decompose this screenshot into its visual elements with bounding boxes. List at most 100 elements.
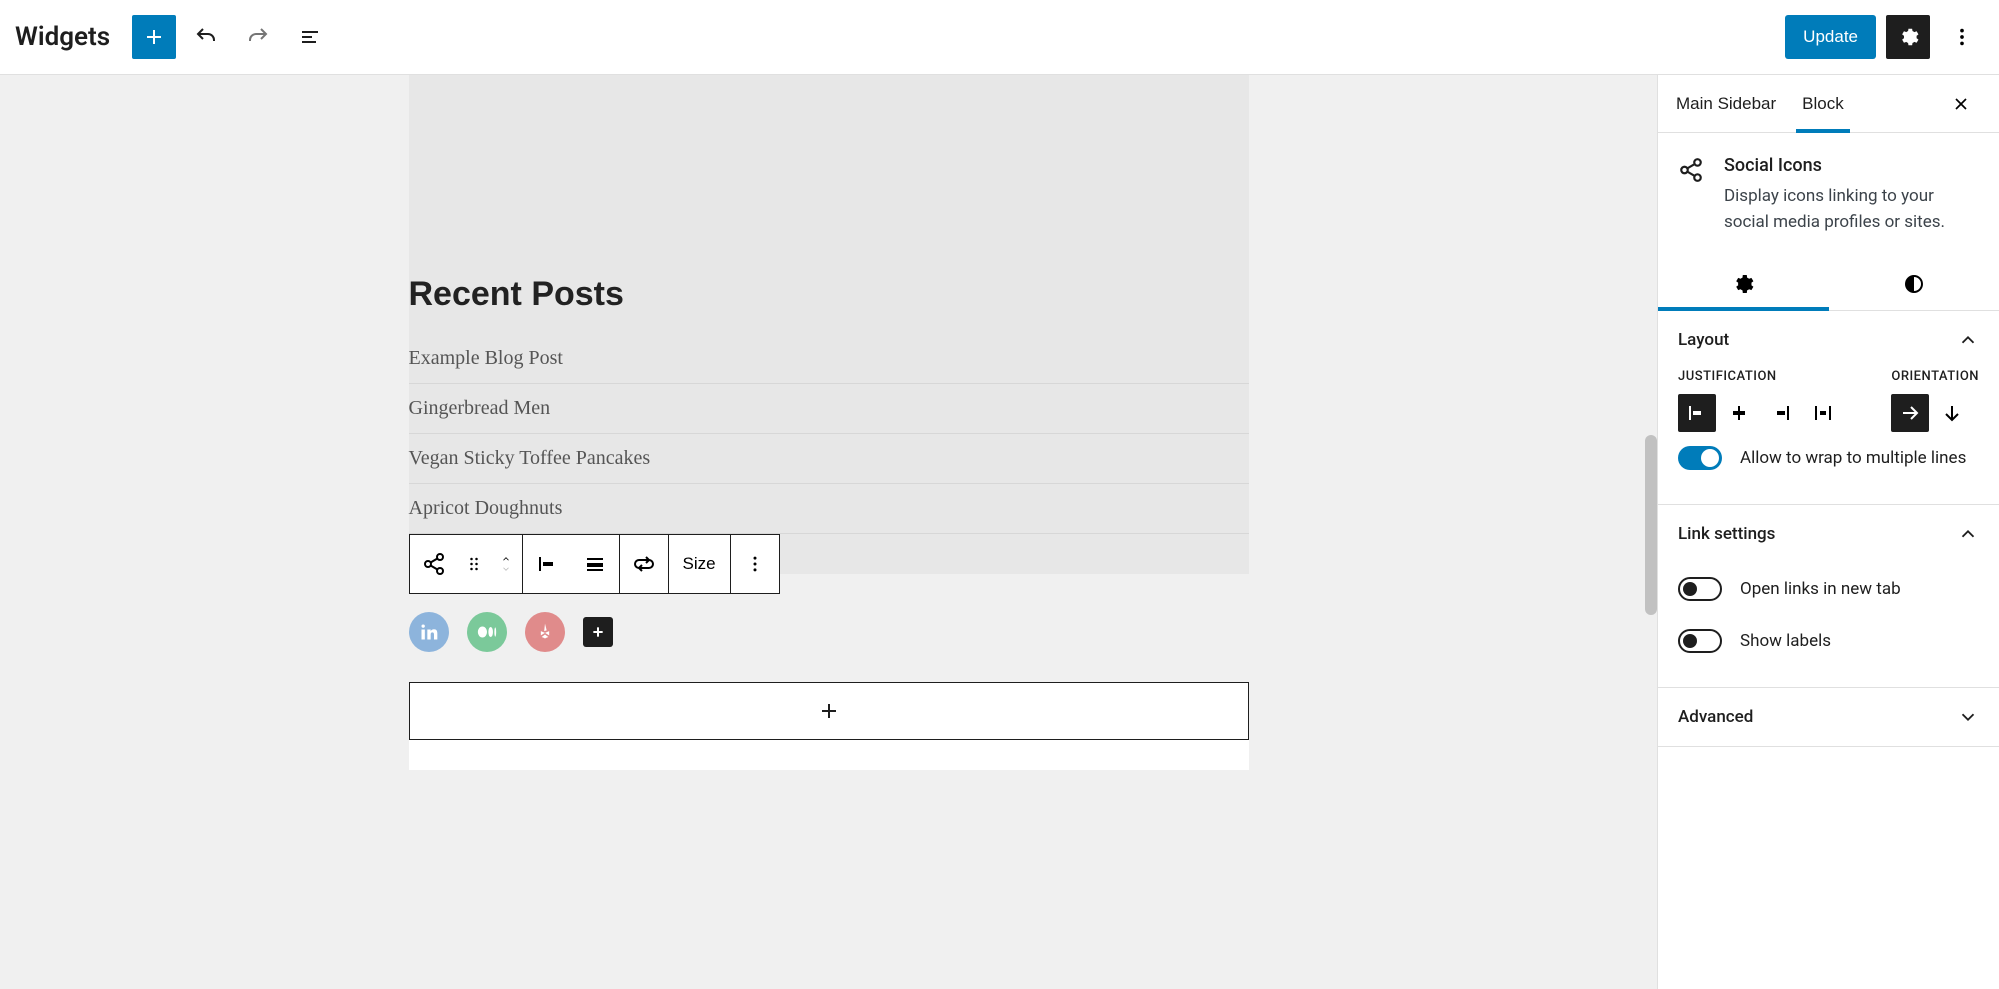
link-settings-panel: Link settings Open links in new tab Show… — [1658, 505, 1999, 688]
justify-left-button[interactable] — [1678, 394, 1716, 432]
layout-panel: Layout JUSTIFICATION — [1658, 311, 1999, 505]
post-item[interactable]: Apricot Doughnuts — [409, 484, 1249, 534]
justify-space-between-button[interactable] — [1804, 394, 1842, 432]
justify-left-icon — [535, 552, 559, 576]
advanced-panel-header[interactable]: Advanced — [1658, 688, 1999, 746]
justify-right-icon — [1769, 401, 1793, 425]
link-settings-header[interactable]: Link settings — [1658, 505, 1999, 563]
inspector-tab-styles[interactable] — [1829, 257, 1999, 310]
undo-icon — [194, 25, 218, 49]
more-options-button[interactable] — [1940, 15, 1984, 59]
size-button[interactable]: Size — [669, 535, 730, 593]
block-appender-button[interactable] — [409, 682, 1249, 740]
toggle-knob — [1683, 582, 1697, 596]
top-toolbar: Widgets Update — [0, 0, 1999, 75]
transform-button[interactable] — [620, 535, 668, 593]
align-icon — [583, 552, 607, 576]
main-area: Recent Posts Example Blog Post Gingerbre… — [0, 75, 1999, 989]
block-toolbar: Size — [409, 534, 780, 594]
linkedin-icon[interactable] — [409, 612, 449, 652]
editor-canvas[interactable]: Recent Posts Example Blog Post Gingerbre… — [0, 75, 1657, 989]
more-vertical-icon — [745, 554, 765, 574]
gear-icon — [1731, 272, 1755, 296]
orientation-vertical-button[interactable] — [1933, 394, 1971, 432]
toggle-knob — [1683, 634, 1697, 648]
block-card-title: Social Icons — [1724, 155, 1979, 176]
close-sidebar-button[interactable] — [1941, 75, 1981, 132]
more-vertical-icon — [1951, 26, 1973, 48]
chevron-down-icon — [1957, 706, 1979, 728]
list-view-button[interactable] — [288, 15, 332, 59]
add-social-icon-button[interactable] — [583, 617, 613, 647]
undo-button[interactable] — [184, 15, 228, 59]
wrap-toggle[interactable] — [1678, 446, 1722, 470]
sidebar-tabs: Main Sidebar Block — [1658, 75, 1999, 133]
block-card-text: Social Icons Display icons linking to yo… — [1724, 155, 1979, 235]
post-item[interactable]: Gingerbread Men — [409, 384, 1249, 434]
justify-button[interactable] — [523, 535, 571, 593]
social-icons-block[interactable] — [409, 594, 1249, 682]
settings-button[interactable] — [1886, 15, 1930, 59]
spacer — [409, 75, 1249, 275]
block-type-button[interactable] — [410, 535, 458, 593]
appender-wrap — [409, 682, 1249, 770]
layout-panel-body: JUSTIFICATION — [1658, 369, 1999, 504]
justification-buttons — [1678, 394, 1842, 432]
drag-icon — [464, 554, 484, 574]
toolbar-right-group: Update — [1785, 15, 1984, 59]
drag-handle[interactable] — [458, 535, 490, 593]
link-settings-title: Link settings — [1678, 524, 1775, 544]
inspector-tab-settings[interactable] — [1658, 257, 1829, 310]
chevron-down-icon — [498, 564, 514, 574]
scrollbar[interactable] — [1645, 435, 1657, 615]
orientation-field: ORIENTATION — [1891, 369, 1979, 432]
medium-glyph-icon — [476, 621, 498, 643]
toggle-knob — [1701, 449, 1719, 467]
advanced-panel: Advanced — [1658, 688, 1999, 747]
justify-space-between-icon — [1811, 401, 1835, 425]
medium-icon[interactable] — [467, 612, 507, 652]
yelp-icon[interactable] — [525, 612, 565, 652]
chevron-up-icon — [498, 554, 514, 564]
chevron-up-icon — [1957, 523, 1979, 545]
add-block-button[interactable] — [132, 15, 176, 59]
new-tab-toggle[interactable] — [1678, 577, 1722, 601]
linkedin-glyph-icon — [419, 622, 439, 642]
block-card-icon — [1678, 155, 1706, 235]
update-button[interactable]: Update — [1785, 15, 1876, 59]
tab-document[interactable]: Main Sidebar — [1676, 75, 1776, 132]
toolbar-left-group: Widgets — [15, 15, 332, 59]
block-more-button[interactable] — [731, 535, 779, 593]
redo-button[interactable] — [236, 15, 280, 59]
show-labels-label: Show labels — [1740, 631, 1831, 651]
recent-posts-widget[interactable]: Recent Posts Example Blog Post Gingerbre… — [409, 275, 1249, 534]
widget-block[interactable]: Recent Posts Example Blog Post Gingerbre… — [409, 75, 1249, 574]
show-labels-toggle-row: Show labels — [1678, 615, 1979, 667]
transform-icon — [632, 552, 656, 576]
chevron-up-icon — [1957, 329, 1979, 351]
widget-area: Recent Posts Example Blog Post Gingerbre… — [409, 75, 1249, 770]
layout-panel-header[interactable]: Layout — [1658, 311, 1999, 369]
show-labels-toggle[interactable] — [1678, 629, 1722, 653]
post-item[interactable]: Vegan Sticky Toffee Pancakes — [409, 434, 1249, 484]
justification-label: JUSTIFICATION — [1678, 369, 1842, 384]
justify-right-button[interactable] — [1762, 394, 1800, 432]
orientation-buttons — [1891, 394, 1979, 432]
block-card-description: Display icons linking to your social med… — [1724, 184, 1979, 235]
page-title: Widgets — [15, 22, 110, 52]
justification-field: JUSTIFICATION — [1678, 369, 1842, 432]
tab-block[interactable]: Block — [1802, 75, 1844, 132]
wrap-toggle-label: Allow to wrap to multiple lines — [1740, 448, 1966, 468]
move-up-down-button[interactable] — [490, 535, 522, 593]
orientation-label: ORIENTATION — [1891, 369, 1979, 384]
styles-icon — [1902, 272, 1926, 296]
redo-icon — [246, 25, 270, 49]
plus-icon — [817, 699, 841, 723]
align-button[interactable] — [571, 535, 619, 593]
post-item[interactable]: Example Blog Post — [409, 334, 1249, 384]
orientation-horizontal-button[interactable] — [1891, 394, 1929, 432]
plus-icon — [590, 624, 606, 640]
block-card: Social Icons Display icons linking to yo… — [1658, 133, 1999, 257]
share-icon — [422, 552, 446, 576]
justify-center-button[interactable] — [1720, 394, 1758, 432]
